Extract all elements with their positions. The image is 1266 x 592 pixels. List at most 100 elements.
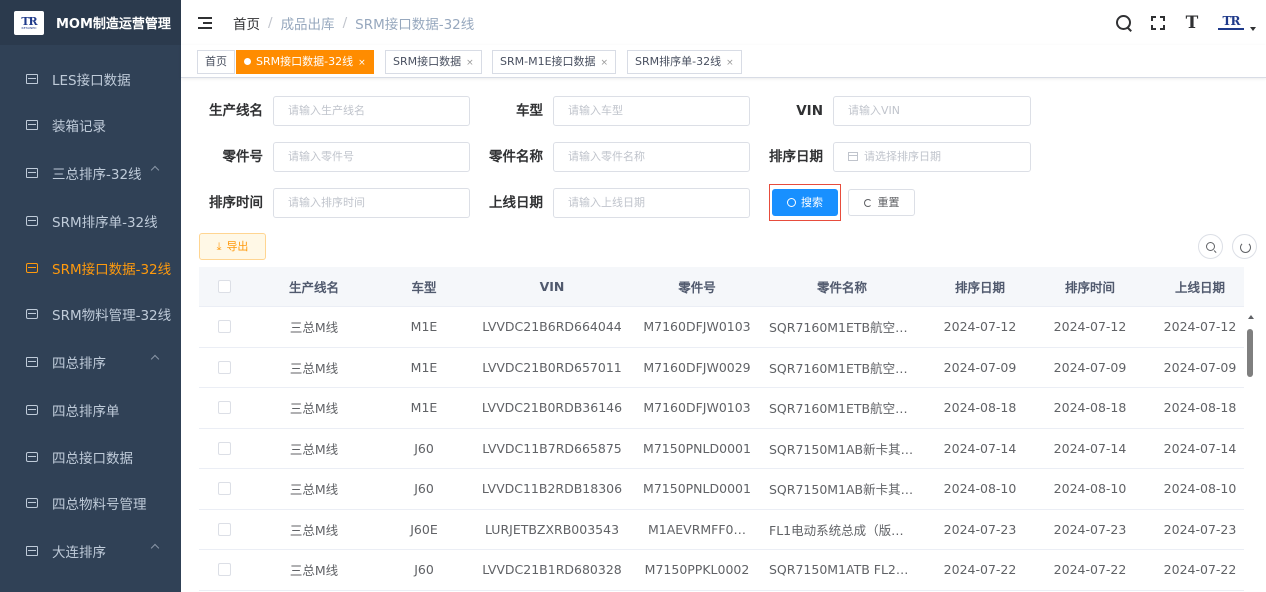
table-cell: 2024-07-23 [1163,521,1237,537]
row-checkbox[interactable] [217,360,231,374]
table-cell: 2024-07-22 [1053,562,1127,578]
row-checkbox[interactable] [217,441,231,455]
sidebar-item-label: 四总接口数据 [52,451,133,468]
close-icon[interactable]: × [466,58,474,68]
table-row[interactable]: 三总M线 M1E LVVDC21B0RD657011 M7160DFJW0029 SQR… [199,348,1244,388]
export-button[interactable]: ⤓ 导出 [199,233,266,260]
table-cell: 2024-07-12 [943,319,1017,335]
breadcrumb-home[interactable]: 首页 [233,13,260,33]
table-cell: LVVDC11B2RDB18306 [481,481,623,497]
table-cell: M7160DFJW0103 [643,400,751,416]
table-icon [26,263,38,274]
close-icon[interactable]: × [601,58,609,68]
table-cell: SQR7150M1AB新卡其… [769,482,914,498]
table-cell: SQR7150M1AB新卡其… [769,441,914,457]
tag-label: SRM接口数据 [393,55,462,68]
sidebar-item-sizong-material[interactable]: 四总物料号管理 [0,480,181,527]
toggle-search-button[interactable] [1198,234,1223,259]
tag-srm-m1e[interactable]: SRM-M1E接口数据 × [492,50,617,74]
sidebar-item-sizong-interface[interactable]: 四总接口数据 [0,434,181,481]
sidebar-item-label: 四总排序 [52,356,106,373]
table-cell: M7150PNLD0001 [643,440,751,456]
table-cell: LVVDC21B0RD657011 [482,359,622,375]
reset-button-label: 重置 [877,196,900,209]
tag-srm-interface-32[interactable]: SRM接口数据-32线 × [236,50,374,74]
sort-date-picker[interactable]: 请选择排序日期 [833,142,1031,172]
table-cell: 2024-07-23 [943,521,1017,537]
table-row[interactable]: 三总M线 J60 LVVDC21B1RD680328 M7150PPKL0002 SQR… [199,550,1244,591]
sidebar-item-les-data[interactable]: LES接口数据 [0,56,181,103]
online-date-input[interactable]: 请输入上线日期 [553,188,750,218]
line-name-input[interactable]: 请输入生产线名 [273,96,470,126]
table-cell: 三总M线 [289,320,339,336]
logo-subtext: RETAINED [21,25,37,30]
table-row[interactable]: 三总M线 J60E LURJETBZXRB003543 M1AEVRMFF0… FL1电… [199,510,1244,550]
vin-input[interactable]: 请输入VIN [833,96,1031,126]
search-icon[interactable] [1114,13,1134,33]
part-number-input[interactable]: 请输入零件号 [273,142,470,172]
hamburger-icon[interactable] [198,16,212,29]
part-name-input[interactable]: 请输入零件名称 [553,142,750,172]
table-row[interactable]: 三总M线 J60 LVVDC11B7RD665875 M7150PNLD0001 SQR… [199,429,1244,469]
sidebar-item-dalian-sort[interactable]: 大连排序 [0,528,181,575]
tag-srm-interface[interactable]: SRM接口数据 × [385,50,482,74]
refresh-icon [863,199,872,207]
row-checkbox[interactable] [217,563,231,577]
table-cell: M7150PNLD0001 [643,481,751,497]
sort-time-input[interactable]: 请输入排序时间 [273,188,470,218]
table-cell: 2024-07-23 [1053,521,1127,537]
sidebar-item-sizong-sort-order[interactable]: 四总排序单 [0,387,181,434]
table-cell: 2024-07-14 [1053,440,1127,456]
table-cell: 2024-07-09 [1163,359,1237,375]
reset-button[interactable]: 重置 [848,189,915,216]
select-all-checkbox[interactable] [217,280,231,293]
row-checkbox[interactable] [217,482,231,496]
breadcrumb-finished-goods: 成品出库 [280,16,335,33]
sidebar-item-sanzong-sort[interactable]: 三总排序-32线 [0,150,181,197]
table-cell: 三总M线 [289,482,339,498]
column-header: VIN [539,279,565,294]
row-checkbox[interactable] [217,522,231,536]
sidebar-item-srm-sort-order[interactable]: SRM排序单-32线 [0,198,181,245]
scrollbar-thumb[interactable] [1247,329,1253,377]
tag-home[interactable]: 首页 [197,50,235,74]
active-dot-icon [244,58,251,65]
table-row[interactable]: 三总M线 J60 LVVDC11B2RDB18306 M7150PNLD0001 SQR… [199,469,1244,510]
sidebar-item-srm-material[interactable]: SRM物料管理-32线 [0,291,181,338]
caret-down-icon[interactable] [1250,26,1256,31]
font-size-icon[interactable]: T [1182,13,1202,33]
list-icon [26,357,38,368]
table-cell: FL1电动系统总成（版… [769,522,904,538]
fullscreen-icon[interactable] [1148,13,1168,33]
table-cell: 2024-08-18 [1053,400,1127,416]
label-sort-time: 排序时间 [209,195,263,211]
avatar[interactable]: TR [1216,14,1246,32]
scrollbar[interactable] [1244,307,1258,592]
sidebar-item-label: LES接口数据 [52,73,131,90]
tag-srm-sort-32[interactable]: SRM排序单-32线 × [627,50,742,74]
table-cell: 2024-08-10 [1163,481,1237,497]
table-cell: J60 [414,440,434,456]
row-checkbox[interactable] [217,401,231,415]
label-part-number: 零件号 [222,149,264,165]
table-row[interactable]: 三总M线 M1E LVVDC21B0RDB36146 M7160DFJW0103 SQR… [199,388,1244,429]
checkbox-icon [26,405,38,416]
table-cell: 三总M线 [289,522,339,538]
refresh-button[interactable] [1232,234,1257,259]
table-cell: LVVDC11B7RD665875 [482,440,622,456]
search-button[interactable]: 搜索 [772,189,838,216]
close-icon[interactable]: × [358,58,366,68]
sidebar-item-packing-record[interactable]: 装箱记录 [0,102,181,149]
row-checkbox[interactable] [217,320,231,334]
table-cell: 三总M线 [289,401,339,417]
table-cell: LVVDC21B0RDB36146 [481,400,623,416]
table-cell: SQR7160M1ETB航空… [769,320,908,336]
sidebar-item-srm-interface-data[interactable]: SRM接口数据-32线 [0,245,181,292]
sidebar-item-sizong-sort[interactable]: 四总排序 [0,339,181,386]
close-icon[interactable]: × [726,58,734,68]
checkbox-icon [26,216,38,227]
scroll-up-icon[interactable] [1248,315,1254,319]
table-row[interactable]: 三总M线 M1E LVVDC21B6RD664044 M7160DFJW0103 SQR… [199,307,1244,348]
table-cell: 2024-07-22 [943,562,1017,578]
car-model-input[interactable]: 请输入车型 [553,96,750,126]
